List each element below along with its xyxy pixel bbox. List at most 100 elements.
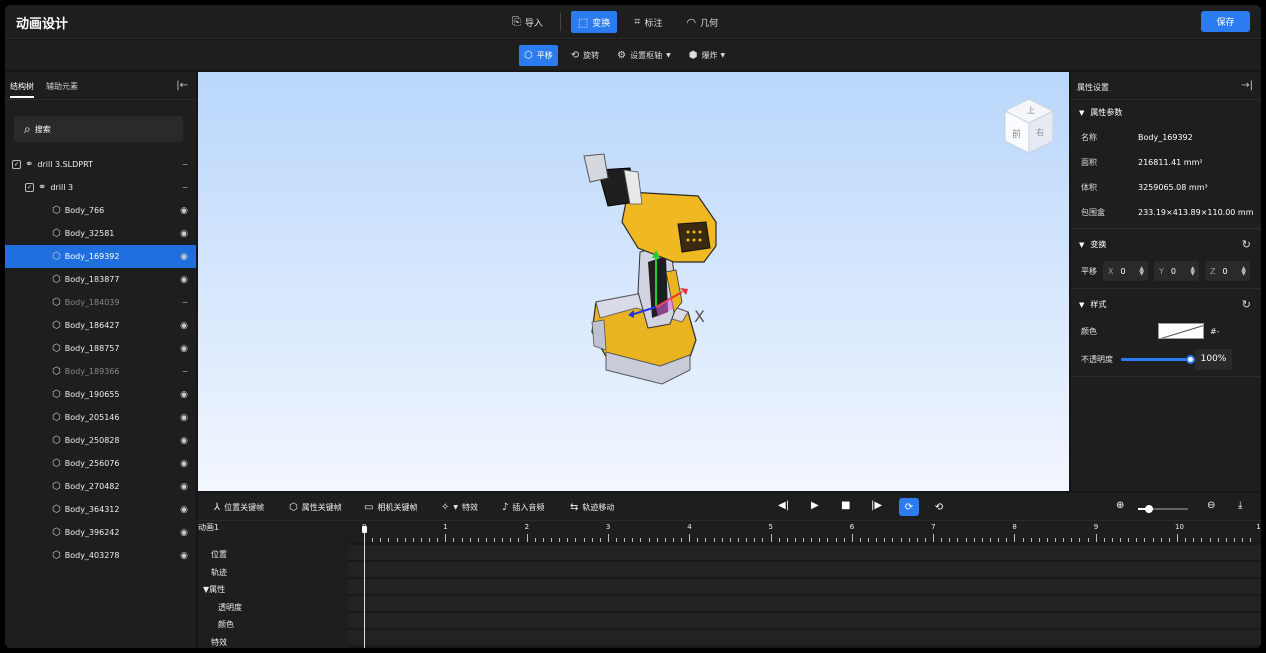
track-row-color[interactable] — [348, 612, 1261, 628]
download-icon[interactable]: ⤓ — [1238, 500, 1242, 511]
insert-audio-button[interactable]: ♪ 插入音频 — [502, 502, 544, 513]
property-keyframe-button[interactable]: ⬡ 属性关键帧 — [289, 502, 342, 513]
tree-node[interactable]: ⬡ Body_32581 ◉ — [5, 222, 196, 245]
play-icon[interactable]: ▶ — [811, 500, 819, 511]
tree-node[interactable]: ⬡ Body_256076 ◉ — [5, 452, 196, 475]
translate-y-input[interactable]: Y 0 ▲ ▼ — [1154, 261, 1199, 281]
zoom-out-icon[interactable]: ⊖ — [1207, 500, 1215, 511]
time-ruler[interactable]: 0123456789101 — [348, 522, 1261, 542]
eye-icon[interactable]: ◉ — [180, 344, 188, 354]
section-properties[interactable]: ▼ 属性参数 — [1071, 100, 1261, 125]
stop-icon[interactable]: ■ — [841, 500, 850, 511]
zoom-slider-knob[interactable] — [1145, 505, 1153, 513]
track-label-color[interactable]: 颜色 — [218, 619, 234, 630]
stepper-icon[interactable]: ▲ ▼ — [1241, 266, 1246, 277]
eye-closed-icon[interactable]: ⌣ — [182, 160, 188, 170]
opacity-input[interactable]: 100% — [1195, 348, 1232, 370]
tree-node[interactable]: ✓ ⚭ drill 3 ⌣ — [5, 176, 196, 199]
collapse-left-icon[interactable]: |← — [176, 80, 188, 91]
section-transform[interactable]: ▼ 变换 ↻ — [1071, 232, 1261, 257]
track-row-position[interactable] — [348, 544, 1261, 560]
tree-node[interactable]: ⬡ Body_364312 ◉ — [5, 498, 196, 521]
track-label-path[interactable]: 轨迹 — [211, 567, 227, 578]
tool-explode[interactable]: ⬢ 爆炸 ▼ — [684, 45, 730, 66]
zoom-in-icon[interactable]: ⊕ — [1116, 500, 1124, 511]
tree-node[interactable]: ⬡ Body_190655 ◉ — [5, 383, 196, 406]
track-row-path[interactable] — [348, 561, 1261, 577]
collapse-right-icon[interactable]: →| — [1241, 80, 1253, 91]
view-cube[interactable]: 上 前 右 — [1001, 97, 1057, 159]
opacity-slider-knob[interactable] — [1186, 354, 1195, 364]
track-row-effects[interactable] — [348, 629, 1261, 645]
tree-node[interactable]: ⬡ Body_403278 ◉ — [5, 544, 196, 567]
eye-icon[interactable]: ◉ — [180, 459, 188, 469]
eye-icon[interactable]: ◉ — [180, 551, 188, 561]
track-label-opacity[interactable]: 透明度 — [218, 602, 242, 613]
tool-pivot[interactable]: ⚙ 设置枢轴 ▼ — [612, 45, 676, 66]
eye-closed-icon[interactable]: ⌣ — [182, 298, 188, 308]
tool-move[interactable]: ⬡ 平移 — [519, 44, 558, 66]
translate-x-input[interactable]: X 0 ▲ ▼ — [1103, 261, 1148, 281]
tool-rotate[interactable]: ⟲ 旋转 — [566, 45, 604, 66]
step-back-icon[interactable]: ◀| — [778, 500, 789, 511]
tree-node[interactable]: ✓ ⚭ drill 3.SLDPRT ⌣ — [5, 153, 196, 176]
translate-z-input[interactable]: Z 0 ▲ ▼ — [1205, 261, 1250, 281]
save-button[interactable]: 保存 — [1201, 11, 1250, 32]
eye-closed-icon[interactable]: ⌣ — [182, 183, 188, 193]
eye-icon[interactable]: ◉ — [180, 206, 188, 216]
tree-node[interactable]: ⬡ Body_169392 ◉ — [5, 245, 196, 268]
mode-geometry[interactable]: ◠ 几何 — [679, 11, 725, 33]
tree-node[interactable]: ⬡ Body_270482 ◉ — [5, 475, 196, 498]
reset-icon[interactable]: ↻ — [1242, 238, 1251, 251]
timeline-grid[interactable]: 0123456789101 — [348, 522, 1261, 648]
timeline-zoom-slider[interactable] — [1138, 505, 1188, 513]
position-keyframe-button[interactable]: ⅄ 位置关键帧 — [214, 502, 264, 513]
search-input[interactable]: ⌕ 搜索 — [14, 116, 183, 142]
track-label-position[interactable]: 位置 — [211, 549, 227, 560]
tree-node[interactable]: ⬡ Body_250828 ◉ — [5, 429, 196, 452]
step-forward-icon[interactable]: |▶ — [871, 500, 882, 511]
eye-icon[interactable]: ◉ — [180, 229, 188, 239]
mode-transform[interactable]: ⬚ 变换 — [570, 11, 618, 33]
expand-toggle-icon[interactable]: ✓ — [25, 183, 34, 192]
3d-viewport[interactable]: 上 前 右 X — [198, 72, 1069, 491]
tree-node[interactable]: ⬡ Body_184039 ⌣ — [5, 291, 196, 314]
path-move-button[interactable]: ⇆ 轨迹移动 — [570, 502, 614, 513]
reset-icon[interactable]: ↻ — [1242, 298, 1251, 311]
eye-closed-icon[interactable]: ⌣ — [182, 367, 188, 377]
track-row-opacity[interactable] — [348, 595, 1261, 611]
tree-node[interactable]: ⬡ Body_205146 ◉ — [5, 406, 196, 429]
track-row-attributes[interactable] — [348, 578, 1261, 594]
tab-structure-tree[interactable]: 结构树 — [10, 81, 34, 98]
eye-icon[interactable]: ◉ — [180, 482, 188, 492]
stepper-icon[interactable]: ▲ ▼ — [1190, 266, 1195, 277]
tree-node[interactable]: ⬡ Body_189366 ⌣ — [5, 360, 196, 383]
track-label-attributes[interactable]: ▼属性 — [203, 584, 225, 595]
eye-icon[interactable]: ◉ — [180, 275, 188, 285]
drill-model[interactable]: X — [578, 152, 738, 412]
stepper-icon[interactable]: ▲ ▼ — [1139, 266, 1144, 277]
tree-node[interactable]: ⬡ Body_183877 ◉ — [5, 268, 196, 291]
tree-node[interactable]: ⬡ Body_396242 ◉ — [5, 521, 196, 544]
eye-icon[interactable]: ◉ — [180, 528, 188, 538]
section-style[interactable]: ▼ 样式 ↻ — [1071, 292, 1261, 317]
tree-node[interactable]: ⬡ Body_766 ◉ — [5, 199, 196, 222]
color-swatch[interactable] — [1158, 323, 1204, 339]
opacity-slider[interactable] — [1121, 354, 1195, 364]
eye-icon[interactable]: ◉ — [180, 252, 188, 262]
expand-toggle-icon[interactable]: ✓ — [12, 160, 21, 169]
eye-icon[interactable]: ◉ — [180, 505, 188, 515]
eye-icon[interactable]: ◉ — [180, 390, 188, 400]
track-label-effects[interactable]: 特效 — [211, 637, 227, 648]
eye-icon[interactable]: ◉ — [180, 321, 188, 331]
loop-once-icon[interactable]: ⟲ — [929, 498, 949, 516]
effects-button[interactable]: ✧ ▼ 特效 — [441, 502, 478, 513]
mode-annotate[interactable]: ⌗ 标注 — [627, 11, 669, 33]
eye-icon[interactable]: ◉ — [180, 436, 188, 446]
eye-icon[interactable]: ◉ — [180, 413, 188, 423]
mode-import[interactable]: ⎘ 导入 — [505, 11, 550, 33]
tab-helpers[interactable]: 辅助元素 — [46, 81, 78, 92]
tree-node[interactable]: ⬡ Body_188757 ◉ — [5, 337, 196, 360]
playhead[interactable] — [362, 526, 367, 648]
tree-node[interactable]: ⬡ Body_186427 ◉ — [5, 314, 196, 337]
